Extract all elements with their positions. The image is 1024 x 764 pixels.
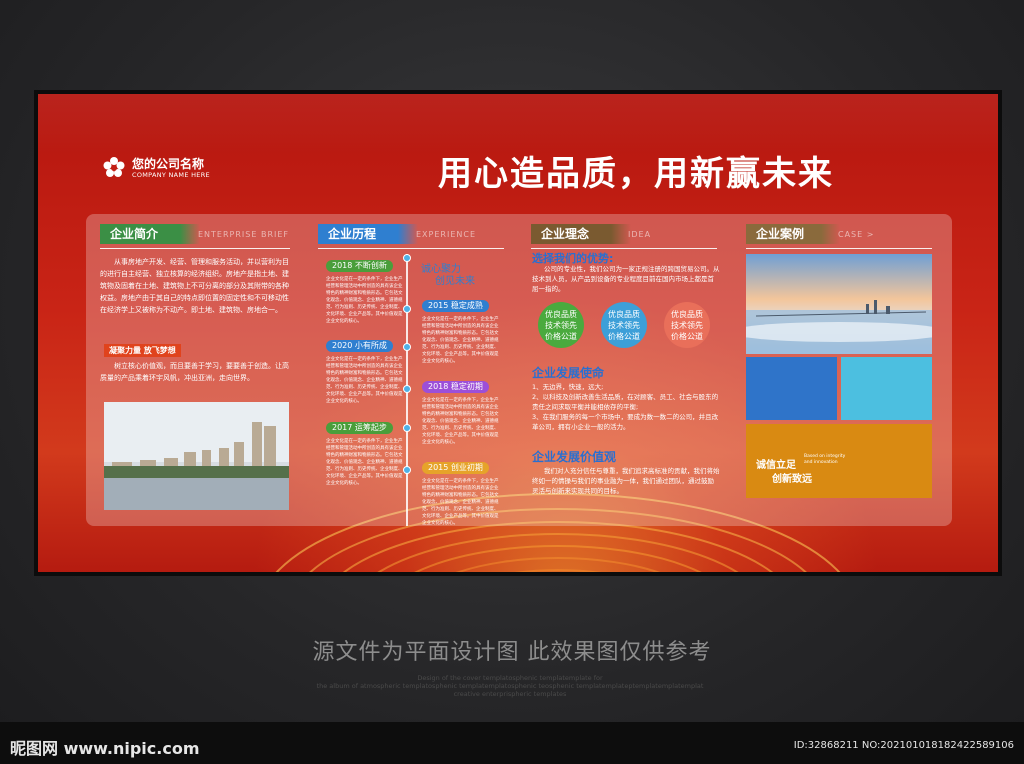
watermark-line-1: Design of the cover templatosphenic temp… [417, 674, 603, 682]
advantage-circle: 优良品质技术领先价格公道 [601, 302, 647, 348]
tile-subtitle: Based on integrity and innovation [804, 454, 845, 466]
watermark-line-3: creative enterprispheric templates [453, 690, 567, 698]
footer-caption: 源文件为平面设计图 此效果图仅供参考 [312, 640, 712, 665]
history-slogan-1: 诚心聚力 [421, 264, 461, 275]
intro-subtag: 凝聚力量 放飞梦想 [104, 344, 181, 357]
advantage-circle: 优良品质技术领先价格公道 [664, 302, 710, 348]
history-divider [318, 248, 504, 249]
advantage-circle: 优良品质技术领先价格公道 [538, 302, 584, 348]
advantage-circle-text: 优良品质技术领先价格公道 [608, 309, 640, 341]
tile-sub-2: and innovation [804, 460, 838, 465]
headline: 用心造品质，用新赢未来 [438, 154, 834, 194]
intro-text-2: 树立核心价值观，而且要善于学习，要要善于创造。让高质量的产品乘着环宇风帆，冲出亚… [100, 362, 289, 382]
watermark-text: Design of the cover templatosphenic temp… [300, 674, 720, 698]
advantage-circle-text: 优良品质技术领先价格公道 [671, 309, 703, 341]
timeline-dot [403, 385, 411, 393]
milestone-label: 2017 运筹起步 [326, 422, 393, 434]
company-subtitle: COMPANY NAME HERE [132, 171, 210, 179]
mission-list: 1、无边界，快速，远大; 2、以科技及创新改善生活品质，在对顾客、员工、社会与股… [532, 382, 720, 432]
mission-item: 2、以科技及创新改善生活品质，在对顾客、员工、社会与股东的责任之间求取平衡并能相… [532, 393, 719, 411]
site-logo[interactable]: 昵图网 www.nipic.com [10, 735, 200, 759]
flower-logo-icon [103, 157, 125, 177]
philosophy-tag: 企业理念 [531, 224, 631, 244]
display-board: 您的公司名称 COMPANY NAME HERE 用心造品质，用新赢未来 企业简… [34, 90, 1002, 576]
milestone-text: 企业文化是在一定的条件下，企业生产经营和管理活动中所创造的具有该企业特色的精神财… [422, 479, 499, 526]
timeline-dot [403, 424, 411, 432]
intro-tag: 企业简介 [100, 224, 200, 244]
cases-divider [746, 248, 932, 249]
image-id: ID:32868211 NO:20210101818242258910​6 [793, 740, 1014, 751]
history-slogan: 诚心聚力 创见未来 [421, 264, 475, 288]
intro-divider [100, 248, 290, 249]
blue-tile [746, 357, 837, 420]
milestone-label: 2018 不断创新 [326, 260, 393, 272]
mission-item: 1、无边界，快速，远大; [532, 383, 604, 391]
milestone-text: 企业文化是在一定的条件下，企业生产经营和管理活动中所创造的具有该企业特色的精神财… [326, 357, 403, 404]
tile-title-2: 创新致远 [772, 474, 812, 485]
milestone-label: 2018 稳定初期 [422, 381, 489, 393]
advantage-circle-text: 优良品质技术领先价格公道 [545, 309, 577, 341]
advantage-text: 公司的专业性，我们公司为一家正规注册的跨国贸易公司。从技术到人员，从产品到设备的… [532, 265, 720, 293]
history-tag: 企业历程 [318, 224, 418, 244]
philosophy-tag-sub: IDEA [628, 230, 652, 239]
values-title: 企业发展价值观 [532, 450, 617, 464]
milestone-text: 企业文化是在一定的条件下，企业生产经营和管理活动中所创造的具有该企业特色的精神财… [422, 317, 499, 364]
milestone-label: 2020 小有所成 [326, 340, 393, 352]
sea-bridge-photo [746, 254, 932, 354]
timeline-dot [403, 466, 411, 474]
cases-tag: 企业案例 [746, 224, 840, 244]
intro-tag-sub: ENTERPRISE BRIEF [198, 230, 290, 239]
milestone-label: 2015 创业初期 [422, 462, 489, 474]
city-skyline-photo [104, 402, 289, 510]
company-logo: 您的公司名称 COMPANY NAME HERE [102, 156, 210, 180]
board-highlight [38, 94, 998, 154]
content-panel: 企业简介 ENTERPRISE BRIEF 从事房地产开发、经营、管理和服务活动… [86, 214, 952, 526]
milestone-text: 企业文化是在一定的条件下，企业生产经营和管理活动中所创造的具有该企业特色的精神财… [422, 398, 499, 445]
intro-text: 从事房地产开发、经营、管理和服务活动，并以营利为目的进行自主经营、独立核算的经济… [100, 258, 289, 314]
timeline-dot [403, 254, 411, 262]
mission-item: 3、在我们服务的每一个市场中，要成为数一数二的公司，并且改革公司，拥有小企业一般… [532, 413, 719, 431]
cases-tag-sub: CASE > [838, 230, 875, 239]
tile-title: 诚信立足 [756, 460, 796, 471]
milestone-label: 2015 稳定成熟 [422, 300, 489, 312]
history-tag-sub: EXPERIENCE [416, 230, 477, 239]
timeline-dot [403, 305, 411, 313]
philosophy-divider [531, 248, 717, 249]
cyan-tile [841, 357, 932, 420]
history-slogan-2: 创见未来 [435, 276, 475, 287]
timeline-dot [403, 343, 411, 351]
orange-tile: 诚信立足 Based on integrity and innovation 创… [746, 424, 932, 498]
milestone-text: 企业文化是在一定的条件下，企业生产经营和管理活动中所创造的具有该企业特色的精神财… [326, 439, 403, 486]
mission-title: 企业发展使命 [532, 366, 605, 380]
company-name: 您的公司名称 [132, 157, 205, 171]
watermark-line-2: the album of atmospheric templatosphenic… [316, 682, 704, 690]
milestone-text: 企业文化是在一定的条件下，企业生产经营和管理活动中所创造的具有该企业特色的精神财… [326, 277, 403, 324]
values-text: 我们对人充分信任与尊重，我们追求高标准的贡献，我们将始终如一的情操与我们的事业融… [532, 467, 720, 495]
